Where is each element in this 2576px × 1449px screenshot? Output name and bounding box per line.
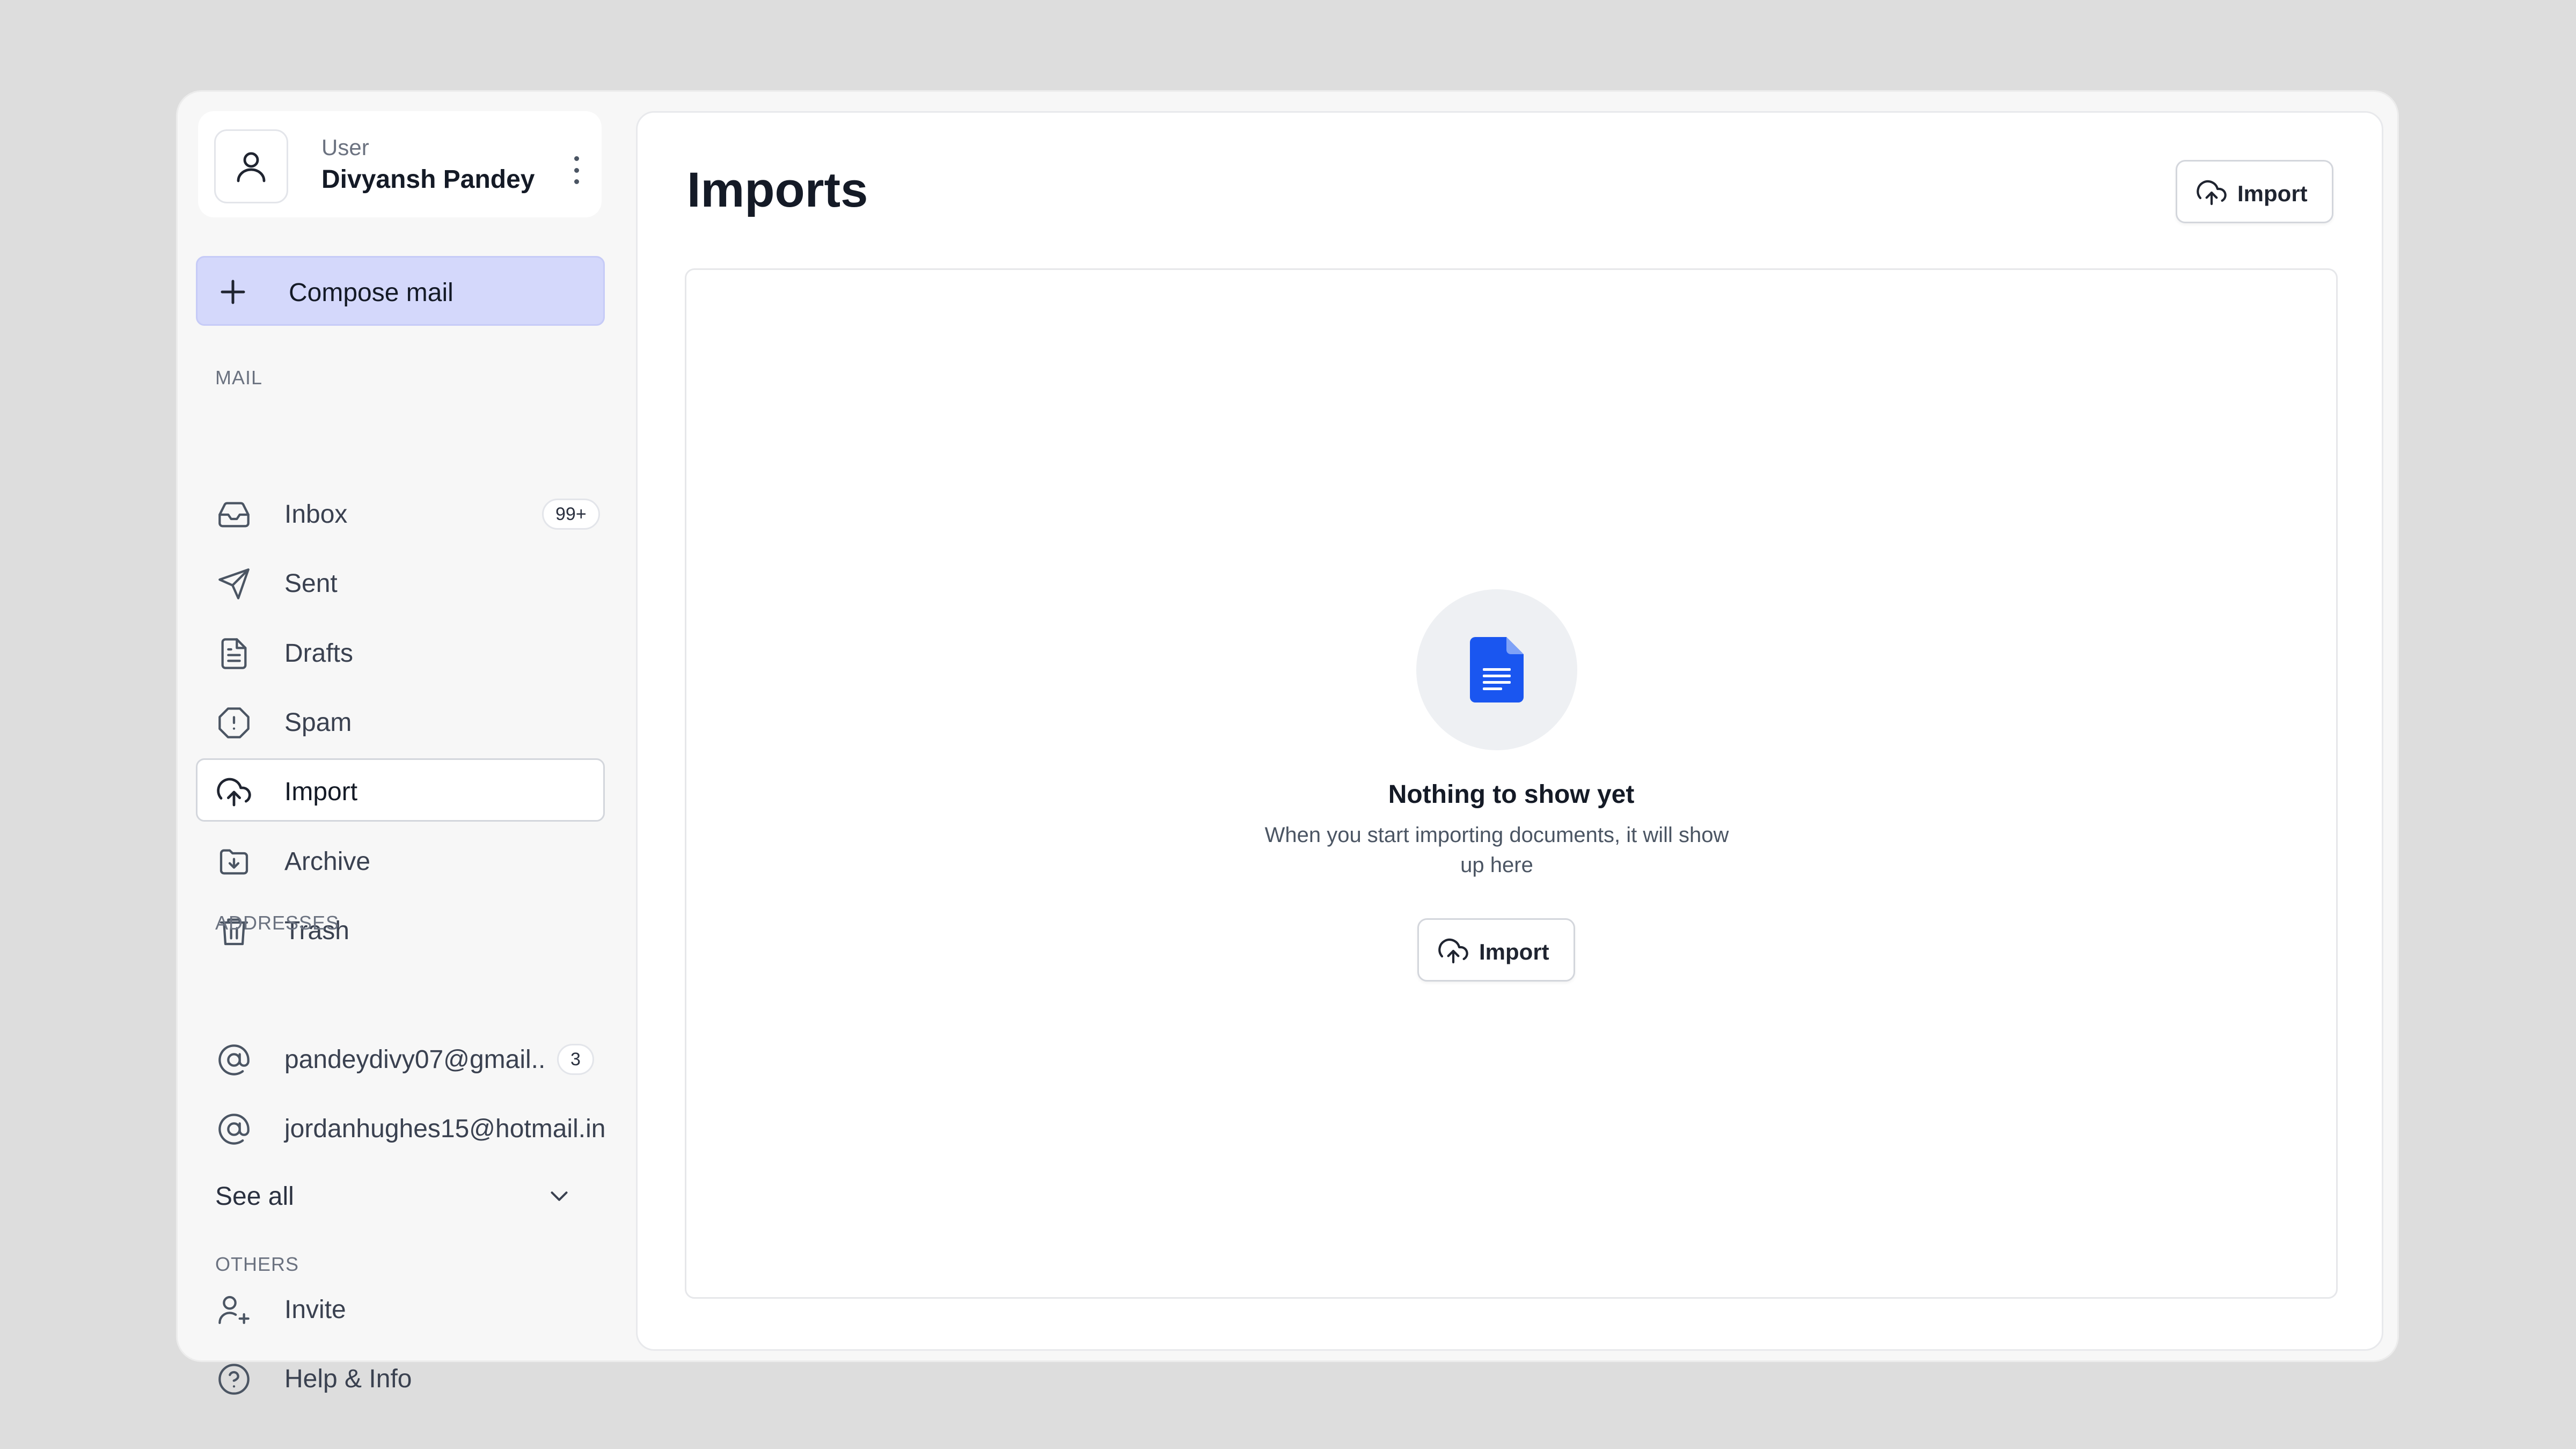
sidebar-item-invite[interactable]: Invite — [196, 1276, 605, 1340]
user-card[interactable]: User Divyansh Pandey — [198, 111, 602, 217]
document-icon-circle — [1416, 589, 1577, 750]
folder-download-icon — [217, 845, 251, 879]
sidebar-item-label: Drafts — [284, 639, 354, 668]
sidebar-item-inbox[interactable]: Inbox 99+ — [196, 481, 605, 544]
empty-state-title: Nothing to show yet — [1388, 780, 1635, 809]
avatar — [214, 129, 288, 203]
send-icon — [217, 567, 251, 601]
sidebar-item-label: Inbox — [284, 500, 348, 529]
imports-panel: Imports Import Nothing to show yet When … — [636, 111, 2383, 1351]
compose-mail-button[interactable]: Compose mail — [196, 256, 605, 326]
upload-cloud-icon — [217, 775, 251, 809]
import-button-label: Import — [1479, 939, 1549, 964]
sidebar-item-label: Sent — [284, 569, 338, 598]
sidebar-item-label: Archive — [284, 847, 371, 876]
sidebar-item-sent[interactable]: Sent — [196, 550, 605, 613]
import-button[interactable]: Import — [2176, 160, 2333, 223]
sidebar-item-spam[interactable]: Spam — [196, 689, 605, 752]
sidebar-item-label: Invite — [284, 1296, 346, 1324]
see-all-toggle[interactable]: See all — [196, 1165, 605, 1228]
compose-mail-label: Compose mail — [289, 279, 453, 307]
others-section-title: OTHERS — [215, 1253, 299, 1275]
document-icon — [1470, 637, 1524, 702]
user-name: Divyansh Pandey — [321, 165, 535, 194]
empty-state-import-button[interactable]: Import — [1417, 918, 1575, 982]
sidebar-item-label: Import — [284, 778, 358, 806]
sidebar-item-label: jordanhughes15@hotmail.in — [284, 1115, 606, 1143]
empty-state: Nothing to show yet When you start impor… — [685, 268, 2338, 1299]
sidebar-item-address[interactable]: pandeydivy07@gmail.. 3 — [196, 1026, 605, 1089]
unread-count-badge: 99+ — [542, 499, 600, 530]
at-sign-icon — [217, 1112, 251, 1146]
sidebar-item-label: pandeydivy07@gmail.. — [284, 1045, 546, 1074]
chevron-down-icon — [545, 1182, 574, 1211]
mail-section-title: MAIL — [215, 367, 263, 389]
unread-count-badge: 3 — [557, 1044, 594, 1075]
inbox-icon — [217, 497, 251, 532]
sidebar-item-import[interactable]: Import — [196, 758, 605, 822]
sidebar-item-help[interactable]: Help & Info — [196, 1345, 605, 1409]
sidebar-item-drafts[interactable]: Drafts — [196, 620, 605, 683]
plus-icon — [217, 276, 249, 308]
empty-state-description: When you start importing documents, it w… — [1264, 823, 1729, 877]
addresses-section-title: ADDRESSES — [215, 912, 340, 934]
alert-octagon-icon — [217, 706, 251, 740]
sidebar-item-label: Spam — [284, 708, 352, 737]
import-button-label: Import — [2237, 181, 2308, 206]
sidebar-item-label: Help & Info — [284, 1365, 412, 1393]
sidebar-item-archive[interactable]: Archive — [196, 828, 605, 891]
upload-cloud-icon — [2197, 178, 2227, 208]
help-circle-icon — [217, 1362, 251, 1396]
mail-app-window: User Divyansh Pandey Compose mail MAIL I… — [176, 90, 2399, 1395]
page-title: Imports — [687, 163, 868, 217]
sidebar: User Divyansh Pandey Compose mail MAIL I… — [178, 92, 639, 1395]
sidebar-item-address[interactable]: jordanhughes15@hotmail.in — [196, 1095, 605, 1159]
at-sign-icon — [217, 1043, 251, 1077]
more-options-icon[interactable] — [568, 154, 584, 186]
file-text-icon — [217, 636, 251, 671]
see-all-label: See all — [215, 1182, 294, 1211]
user-plus-icon — [217, 1293, 251, 1327]
upload-cloud-icon — [1438, 936, 1468, 966]
user-role: User — [321, 135, 369, 160]
user-icon — [232, 147, 270, 186]
